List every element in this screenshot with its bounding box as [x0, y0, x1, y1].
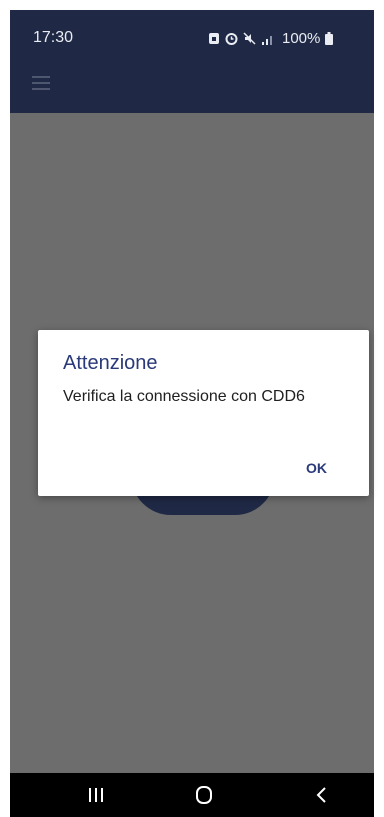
dialog-title: Attenzione: [63, 352, 158, 374]
recents-icon[interactable]: [82, 783, 110, 807]
alarm-icon: [225, 32, 238, 45]
battery-icon: [325, 32, 334, 45]
dialog-message: Verifica la connessione con CDD6: [63, 388, 305, 405]
back-icon[interactable]: [308, 783, 336, 807]
sim-lock-icon: [208, 32, 220, 45]
alert-dialog: Attenzione Verifica la connessione con C…: [38, 330, 369, 496]
battery-percent: 100%: [282, 30, 321, 47]
status-icons: 100%: [208, 30, 334, 47]
app-bar: [10, 53, 374, 113]
hamburger-menu-icon[interactable]: [30, 73, 52, 93]
phone-screen: 17:30 100% Attenzione Verifica la connes…: [0, 0, 384, 817]
navigation-bar: [10, 773, 374, 817]
signal-icon: [261, 33, 275, 45]
status-time: 17:30: [33, 29, 74, 46]
home-icon[interactable]: [190, 783, 218, 807]
ok-button[interactable]: OK: [300, 458, 333, 478]
mute-icon: [243, 32, 256, 45]
status-bar: 17:30 100%: [10, 10, 374, 53]
